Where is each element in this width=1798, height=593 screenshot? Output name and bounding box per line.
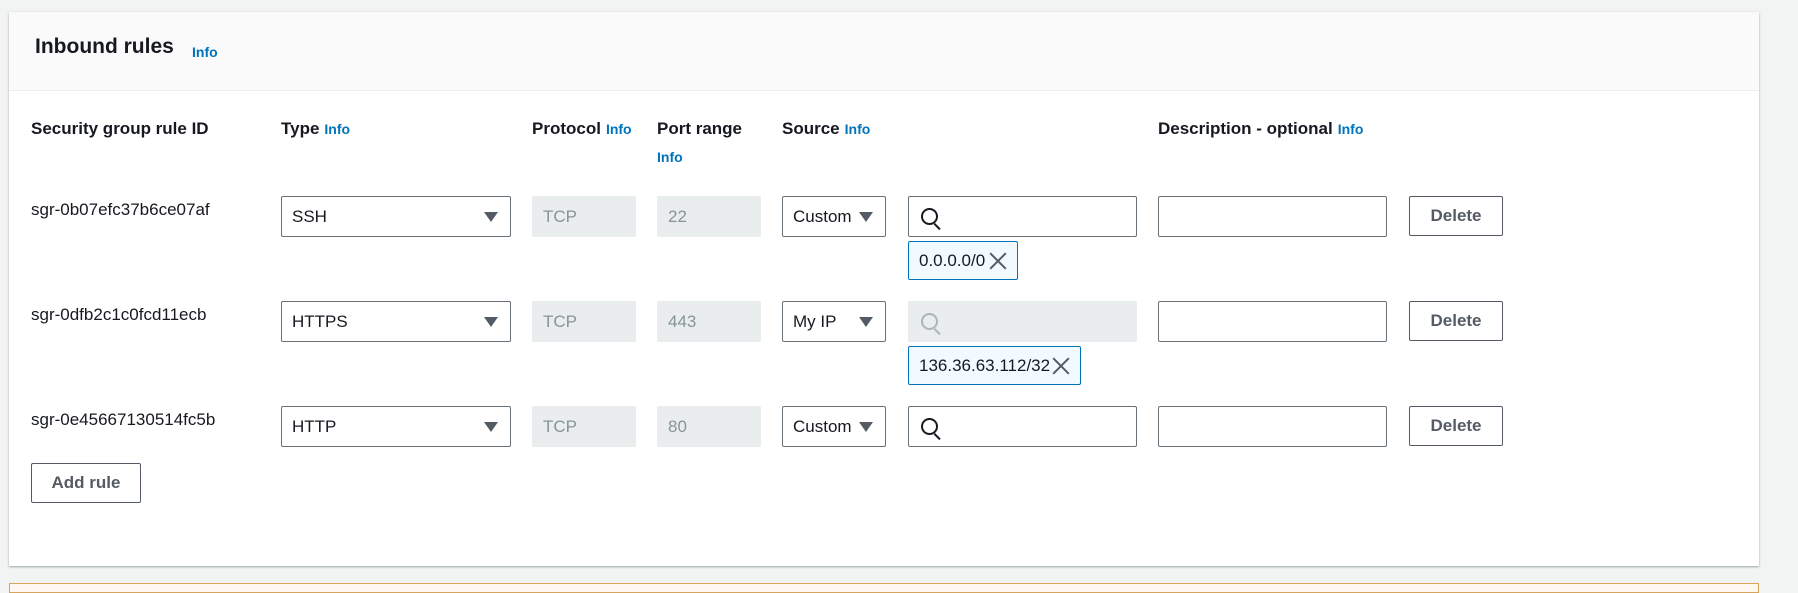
delete-button[interactable]: Delete [1409,301,1503,341]
column-header-source: Source Info [782,115,870,143]
port-range-field: 80 [657,406,761,447]
source-token: 0.0.0.0/0 [908,241,1018,280]
column-label: Security group rule ID [31,119,209,138]
source-select[interactable]: Custom [782,196,886,237]
source-select-value: Custom [793,417,852,436]
protocol-field: TCP [532,301,636,342]
type-select[interactable]: SSH [281,196,511,237]
type-info-link[interactable]: Info [324,121,350,137]
inbound-rules-panel: Inbound rules Info Security group rule I… [9,12,1759,566]
port-range-field: 443 [657,301,761,342]
type-select[interactable]: HTTP [281,406,511,447]
source-search-input [908,301,1137,342]
panel-title: Inbound rules [35,35,174,58]
source-token-label: 136.36.63.112/32 [919,356,1051,375]
delete-button[interactable]: Delete [1409,406,1503,446]
source-info-link[interactable]: Info [845,121,871,137]
column-header-rule-id: Security group rule ID [31,115,209,143]
protocol-field: TCP [532,196,636,237]
panel-header: Inbound rules Info [9,12,1759,91]
protocol-field: TCP [532,406,636,447]
source-token: 136.36.63.112/32 [908,346,1081,385]
source-token-label: 0.0.0.0/0 [919,251,986,270]
type-select-value: SSH [292,207,327,226]
column-label: Protocol [532,119,601,138]
column-header-protocol: Protocol Info [532,115,632,143]
title-info-link[interactable]: Info [192,44,218,60]
type-select[interactable]: HTTPS [281,301,511,342]
protocol-info-link[interactable]: Info [606,121,632,137]
caret-down-icon [859,317,873,327]
port-range-field: 22 [657,196,761,237]
description-input[interactable] [1158,196,1387,237]
port-range-info-link[interactable]: Info [657,149,683,165]
warning-banner-edge [9,583,1759,593]
column-header-description: Description - optional Info [1158,115,1363,143]
close-icon[interactable] [1050,355,1072,377]
column-header-type: Type Info [281,115,350,143]
search-icon [921,418,938,435]
type-select-value: HTTP [292,417,337,436]
close-icon[interactable] [987,250,1009,272]
source-select[interactable]: Custom [782,406,886,447]
column-label: Port range [657,119,743,138]
description-info-link[interactable]: Info [1338,121,1364,137]
search-icon [921,208,938,225]
column-label: Source [782,119,840,138]
source-select-value: Custom [793,207,852,226]
add-rule-button[interactable]: Add rule [31,463,141,503]
rule-id: sgr-0b07efc37b6ce07af [31,200,210,219]
column-header-port-range: Port range Info [657,115,757,171]
caret-down-icon [859,422,873,432]
delete-button[interactable]: Delete [1409,196,1503,236]
search-icon [921,313,938,330]
caret-down-icon [484,317,498,327]
type-select-value: HTTPS [292,312,348,331]
source-search-input[interactable] [908,406,1137,447]
rule-id: sgr-0e45667130514fc5b [31,410,216,429]
source-search-input[interactable] [908,196,1137,237]
description-input[interactable] [1158,406,1387,447]
caret-down-icon [484,212,498,222]
rule-id: sgr-0dfb2c1c0fcd11ecb [31,305,207,324]
description-input[interactable] [1158,301,1387,342]
caret-down-icon [484,422,498,432]
caret-down-icon [859,212,873,222]
column-label: Description - optional [1158,119,1333,138]
source-select[interactable]: My IP [782,301,886,342]
column-label: Type [281,119,320,138]
source-select-value: My IP [793,312,837,331]
